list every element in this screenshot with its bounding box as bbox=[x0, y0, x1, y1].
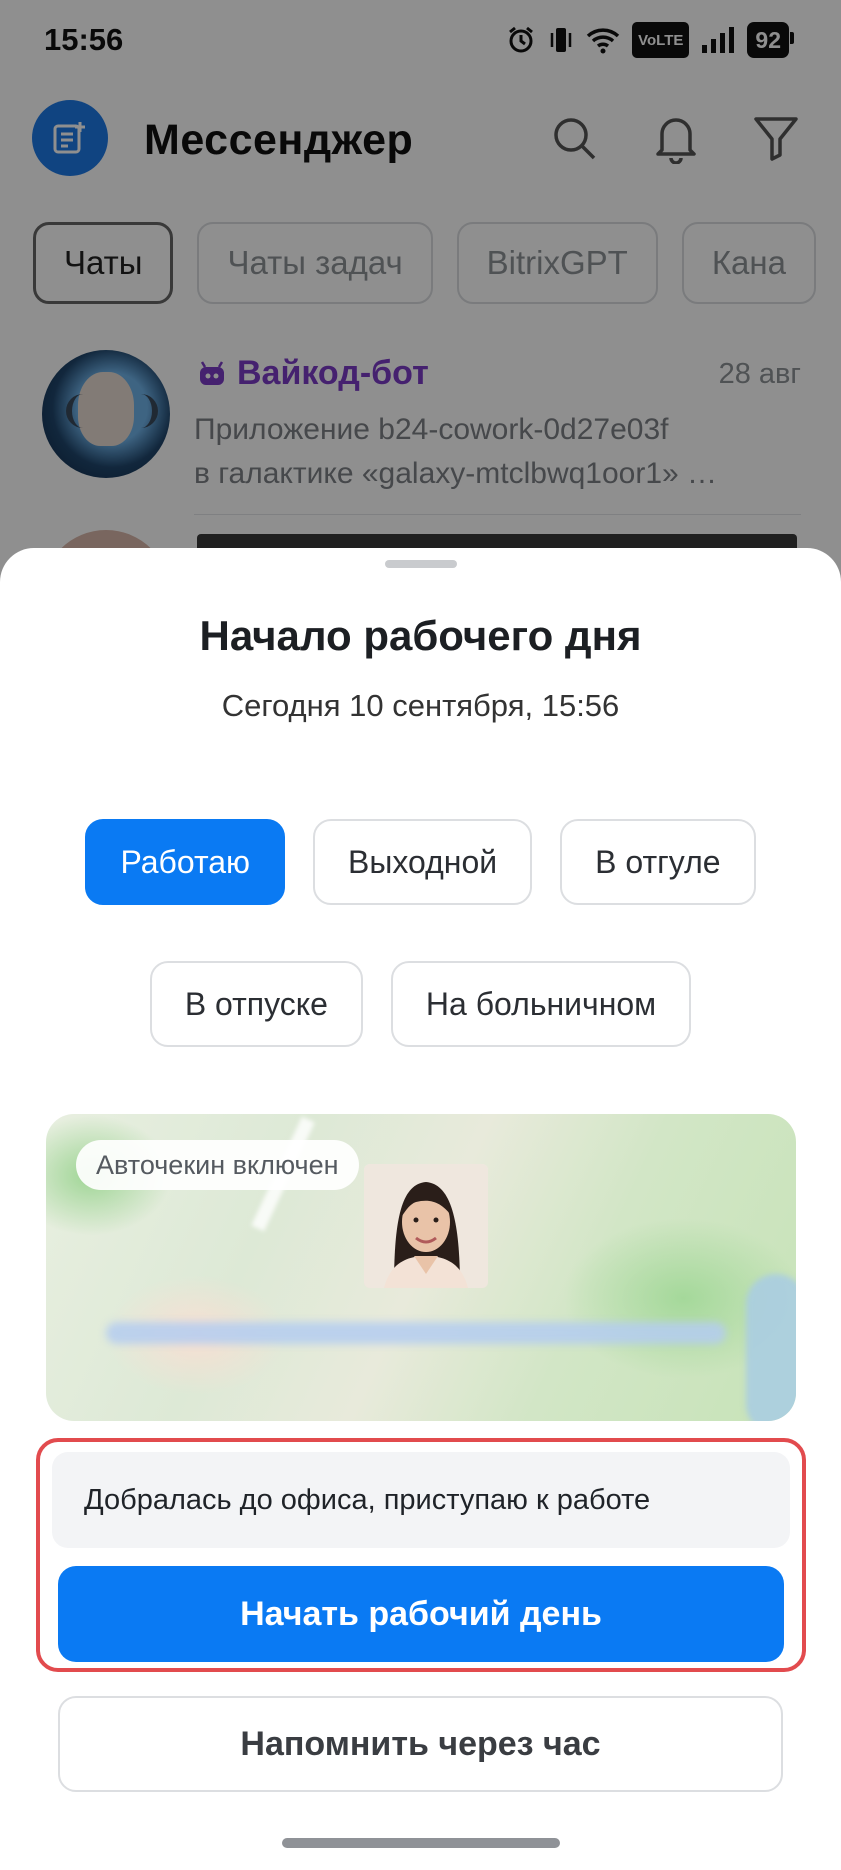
sheet-title: Начало рабочего дня bbox=[199, 612, 642, 659]
location-map: Авточекин включен bbox=[46, 1114, 796, 1421]
user-photo bbox=[364, 1164, 488, 1288]
status-chips: Работаю Выходной В отгуле В отпуске На б… bbox=[40, 819, 801, 1047]
status-chip-sick-leave[interactable]: На больничном bbox=[390, 961, 692, 1047]
map-address-blur bbox=[106, 1322, 726, 1344]
workday-bottom-sheet: Начало рабочего дня Сегодня 10 сентября,… bbox=[0, 548, 841, 1870]
status-chip-time-off[interactable]: В отгуле bbox=[560, 819, 756, 905]
status-chip-working[interactable]: Работаю bbox=[85, 819, 286, 905]
map-water bbox=[746, 1274, 796, 1421]
sheet-date: Сегодня 10 сентября, 15:56 bbox=[221, 688, 620, 723]
highlight-frame: Начать рабочий день bbox=[36, 1438, 806, 1672]
comment-input[interactable] bbox=[52, 1452, 790, 1548]
gesture-nav-bar[interactable] bbox=[282, 1838, 560, 1848]
start-workday-button[interactable]: Начать рабочий день bbox=[58, 1566, 784, 1662]
autocheckin-badge: Авточекин включен bbox=[76, 1140, 359, 1190]
remind-later-button[interactable]: Напомнить через час bbox=[58, 1696, 783, 1792]
status-chip-day-off[interactable]: Выходной bbox=[313, 819, 533, 905]
status-chip-vacation[interactable]: В отпуске bbox=[149, 961, 363, 1047]
sheet-drag-handle[interactable] bbox=[385, 560, 457, 568]
user-avatar-image bbox=[364, 1164, 488, 1288]
